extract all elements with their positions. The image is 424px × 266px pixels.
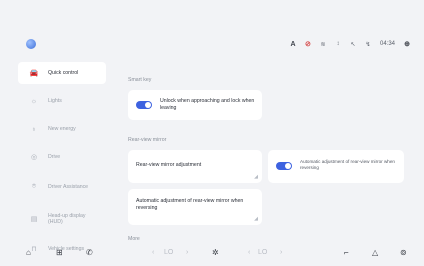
temp-left-increase-icon[interactable]: › <box>186 249 188 256</box>
status-bar: A ⊘ ≋ ↕ ↖ ↯ 04:34 ⊕ <box>290 40 410 49</box>
temp-right-increase-icon[interactable]: › <box>280 249 282 256</box>
temp-left-value: LO <box>164 249 174 256</box>
sidebar-item-label: New energy <box>48 125 76 132</box>
temp-left-decrease-icon[interactable]: ‹ <box>152 249 154 256</box>
section-title-rear-view-mirror: Rear-view mirror <box>128 137 167 143</box>
sidebar-item-quick-control[interactable]: 🚘 Quick control <box>18 62 106 84</box>
car-icon: 🚘 <box>29 70 39 77</box>
sidebar-item-label: Driver Assistance <box>48 183 89 190</box>
mirror-popup-toggle[interactable] <box>276 162 292 170</box>
status-auto-icon: A <box>290 40 296 48</box>
mirror-popup-label: Automatic adjustment of rear-view mirror… <box>300 159 395 170</box>
mirror-auto-label: Automatic adjustment of rear-view mirror… <box>136 198 244 211</box>
settings-screen: A ⊘ ≋ ↕ ↖ ↯ 04:34 ⊕ 🚘 Quick control ☼ Li… <box>0 0 424 266</box>
status-user-icon[interactable]: ⊕ <box>404 40 410 48</box>
temp-right-value: LO <box>258 249 268 256</box>
section-title-more: More <box>128 236 140 242</box>
sidebar-item-label: Quick control <box>48 69 79 76</box>
status-signal-icon: ↕ <box>336 41 340 47</box>
sidebar-item-new-energy[interactable]: ♁ New energy <box>18 118 106 140</box>
section-title-smart-key: Smart key <box>128 77 152 83</box>
corner-arrow-icon: ◢ <box>254 174 258 180</box>
smart-key-card[interactable]: Unlock when approaching and lock when le… <box>128 90 262 120</box>
phone-icon[interactable]: ✆ <box>86 248 93 257</box>
bottom-dock: ⌂ ⊞ ✆ ‹ LO › ✲ ‹ LO › ⌐ △ ⊚ <box>0 244 424 266</box>
warning-icon[interactable]: △ <box>372 248 378 257</box>
status-nav-icon: ↖ <box>350 41 356 48</box>
temp-right-decrease-icon[interactable]: ‹ <box>248 249 250 256</box>
home-icon[interactable]: ⌂ <box>26 248 31 257</box>
hud-icon: ▤ <box>30 216 38 223</box>
mirror-auto-card[interactable]: Automatic adjustment of rear-view mirror… <box>128 189 262 225</box>
sidebar-item-label: Lights <box>48 97 62 104</box>
sidebar-item-driver-assistance[interactable]: ⌾ Driver Assistance <box>18 174 106 200</box>
corner-arrow-icon: ◢ <box>254 216 258 222</box>
sidebar-item-drive[interactable]: ◎ Drive <box>18 146 106 168</box>
sidebar-item-lights[interactable]: ☼ Lights <box>18 90 106 112</box>
fan-icon[interactable]: ✲ <box>212 248 219 257</box>
mirror-adjustment-label: Rear-view mirror adjustment <box>136 162 202 168</box>
smart-key-label: Unlock when approaching and lock when le… <box>160 98 255 111</box>
sidebar-item-label: Head-up display (HUD) <box>48 212 86 226</box>
app-logo-icon[interactable] <box>26 39 36 49</box>
seat-icon[interactable]: ⌐ <box>344 248 349 257</box>
sidebar-item-label: Drive <box>48 153 61 160</box>
power-icon[interactable]: ⊚ <box>400 248 407 257</box>
energy-icon: ♁ <box>31 125 37 133</box>
mirror-popup-card[interactable]: Automatic adjustment of rear-view mirror… <box>268 150 404 183</box>
apps-icon[interactable]: ⊞ <box>56 248 63 257</box>
sidebar: 🚘 Quick control ☼ Lights ♁ New energy ◎ … <box>18 62 106 266</box>
status-bluetooth-icon: ↯ <box>365 41 371 48</box>
status-alert-icon: ⊘ <box>305 41 311 48</box>
smart-key-toggle[interactable] <box>136 101 152 109</box>
assistance-icon: ⌾ <box>31 183 37 190</box>
mirror-adjustment-card[interactable]: Rear-view mirror adjustment ◢ <box>128 150 262 183</box>
light-icon: ☼ <box>30 97 38 105</box>
status-wifi-icon: ≋ <box>320 41 326 48</box>
status-clock: 04:34 <box>379 41 395 47</box>
steering-wheel-icon: ◎ <box>30 154 38 161</box>
sidebar-item-hud[interactable]: ▤ Head-up display (HUD) <box>18 206 106 232</box>
